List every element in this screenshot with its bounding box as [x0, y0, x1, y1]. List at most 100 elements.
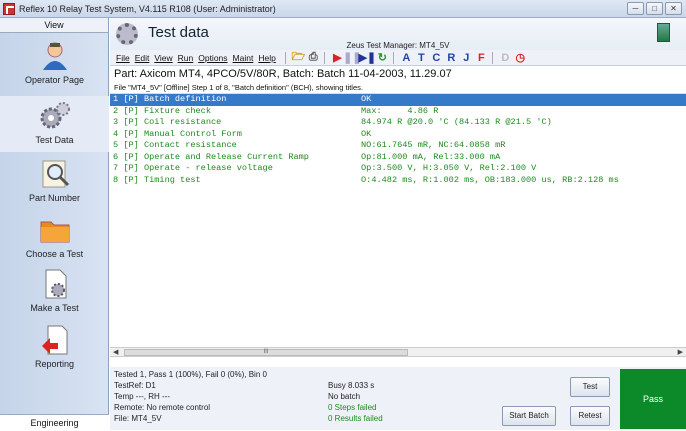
testref-text: TestRef: D1 — [114, 381, 156, 390]
menu-bar: File Edit View Run Options Maint Help 🗁 … — [110, 50, 686, 66]
table-row[interactable]: 1 [P] Batch definition OK — [110, 94, 686, 106]
toolbar-t-button[interactable]: T — [415, 52, 428, 64]
minimize-button[interactable]: ─ — [627, 2, 644, 15]
title-bar: Reflex 10 Relay Test System, V4.115 R108… — [0, 0, 686, 18]
step-result: O:4.482 ms, R:1.002 ms, OB:183.000 us, R… — [361, 174, 619, 185]
test-manager-label: Zeus Test Manager: MT4_5V — [346, 41, 450, 50]
main-panel: Test data Zeus Test Manager: MT4_5V File… — [110, 18, 686, 430]
summary-text: Tested 1, Pass 1 (100%), Fail 0 (0%), Bi… — [114, 370, 267, 379]
toolbar-a-button[interactable]: A — [400, 52, 413, 64]
menu-edit[interactable]: Edit — [135, 53, 150, 63]
step-result: NO:61.7645 mR, NC:64.0858 mR — [361, 140, 506, 150]
sidebar: View Operator Page Test Data Part Number… — [0, 18, 109, 430]
sidebar-item-make-test[interactable]: Make a Test — [0, 268, 109, 313]
toolbar-separator — [392, 51, 394, 64]
step-result: 84.974 R @20.0 'C (84.133 R @21.5 'C) — [361, 117, 552, 127]
table-row[interactable]: 6 [P] Operate and Release Current Ramp Op… — [110, 152, 686, 164]
menu-help[interactable]: Help — [258, 53, 275, 63]
part-info: Part: Axicom MT4, 4PCO/5V/80R, Batch: Ba… — [110, 66, 686, 82]
menu-run[interactable]: Run — [178, 53, 194, 63]
menu-view[interactable]: View — [154, 53, 172, 63]
step-name: 6 [P] Operate and Release Current Ramp — [113, 151, 309, 162]
pass-indicator: Pass — [620, 369, 686, 429]
step-icon[interactable]: ▶❚ — [358, 52, 376, 64]
page-title: Test data — [148, 24, 209, 41]
magnifier-icon — [38, 158, 72, 190]
menu-file[interactable]: File — [116, 53, 130, 63]
start-batch-button[interactable]: Start Batch — [502, 406, 556, 426]
file-text: File: MT4_5V — [114, 414, 162, 423]
step-name: 4 [P] Manual Control Form — [113, 128, 242, 139]
remote-text: Remote: No remote control — [114, 403, 211, 412]
document-gear-icon — [38, 268, 72, 300]
toolbar-separator — [284, 51, 286, 64]
scroll-thumb[interactable]: III — [124, 349, 408, 356]
toolbar-r-button[interactable]: R — [445, 52, 458, 64]
file-status: File "MT4_5V" [Offline] Step 1 of 8, "Ba… — [110, 82, 686, 93]
table-row[interactable]: 7 [P] Operate - release voltage Op:3.500 … — [110, 163, 686, 175]
gears-icon — [38, 100, 72, 132]
app-icon — [3, 2, 15, 15]
folder-icon — [38, 214, 72, 246]
table-row[interactable]: 4 [P] Manual Control Form OK — [110, 129, 686, 141]
scroll-left-icon[interactable]: ◀ — [113, 348, 118, 357]
step-name: 3 [P] Coil resistance — [113, 117, 222, 127]
sidebar-item-label: Operator Page — [24, 75, 85, 85]
retest-button[interactable]: Retest — [570, 406, 610, 426]
toolbar-j-button[interactable]: J — [460, 52, 473, 64]
toolbar-f-button[interactable]: F — [475, 52, 488, 64]
step-result: OK — [361, 94, 372, 104]
run-icon[interactable]: ▶ — [331, 52, 344, 64]
steps-failed-text: 0 Steps failed — [328, 403, 377, 412]
step-name: 7 [P] Operate - release voltage — [113, 163, 273, 173]
relay-icon — [657, 23, 670, 42]
open-folder-icon[interactable]: 🗁 — [292, 51, 306, 64]
operator-icon — [38, 40, 72, 72]
results-failed-text: 0 Results failed — [328, 414, 383, 423]
sidebar-item-part-number[interactable]: Part Number — [0, 158, 109, 203]
step-name: 1 [P] Batch definition — [113, 94, 227, 104]
step-name: 8 [P] Timing test — [113, 174, 201, 185]
sidebar-header: View — [0, 18, 108, 33]
step-result: Op:3.500 V, H:3.050 V, Rel:2.100 V — [361, 163, 537, 173]
table-row[interactable]: 2 [P] Fixture check Max: 4.86 R — [110, 106, 686, 118]
scroll-right-icon[interactable]: ▶ — [678, 348, 683, 357]
print-icon[interactable]: ⎙ — [307, 51, 320, 64]
sidebar-item-label: Part Number — [28, 193, 81, 203]
step-name: 2 [P] Fixture check — [113, 105, 211, 116]
sidebar-item-label: Choose a Test — [25, 249, 84, 259]
sidebar-item-label: Reporting — [34, 359, 75, 369]
sidebar-item-label: Make a Test — [30, 303, 79, 313]
menu-options[interactable]: Options — [198, 53, 227, 63]
sidebar-item-reporting[interactable]: Reporting — [0, 324, 109, 369]
test-button[interactable]: Test — [570, 377, 610, 397]
horizontal-scrollbar[interactable]: ◀ III ▶ — [110, 347, 686, 357]
sidebar-item-choose-test[interactable]: Choose a Test — [0, 214, 109, 259]
maximize-button[interactable]: □ — [646, 2, 663, 15]
pause-icon[interactable]: ❚❚ — [343, 52, 361, 64]
loop-icon[interactable]: ↻ — [376, 52, 389, 64]
table-row[interactable]: 8 [P] Timing test O:4.482 ms, R:1.002 ms,… — [110, 175, 686, 187]
table-row[interactable]: 3 [P] Coil resistance 84.974 R @20.0 'C (… — [110, 117, 686, 129]
clock-icon[interactable]: ◷ — [514, 52, 527, 64]
busy-text: Busy 8.033 s — [328, 381, 375, 390]
close-button[interactable]: ✕ — [665, 2, 682, 15]
table-row[interactable]: 5 [P] Contact resistance NO:61.7645 mR, N… — [110, 140, 686, 152]
step-result: Max: 4.86 R — [361, 105, 439, 116]
test-step-list: 1 [P] Batch definition OK 2 [P] Fixture c… — [110, 93, 686, 347]
toolbar-separator — [491, 51, 493, 64]
report-arrow-icon — [38, 324, 72, 356]
step-result: Op:81.000 mA, Rel:33.000 mA — [361, 151, 501, 162]
step-name: 5 [P] Contact resistance — [113, 140, 237, 150]
page-header: Test data Zeus Test Manager: MT4_5V — [110, 18, 686, 50]
engineering-tab[interactable]: Engineering — [0, 414, 109, 430]
temp-text: Temp ---, RH --- — [114, 392, 170, 401]
menu-maint[interactable]: Maint — [233, 53, 254, 63]
toolbar-c-button[interactable]: C — [430, 52, 443, 64]
sidebar-item-test-data[interactable]: Test Data — [0, 96, 109, 152]
sidebar-item-label: Test Data — [35, 135, 74, 145]
batch-text: No batch — [328, 392, 361, 401]
sidebar-item-operator-page[interactable]: Operator Page — [0, 40, 109, 85]
step-result: OK — [361, 128, 372, 139]
toolbar-d-button[interactable]: D — [499, 52, 512, 64]
